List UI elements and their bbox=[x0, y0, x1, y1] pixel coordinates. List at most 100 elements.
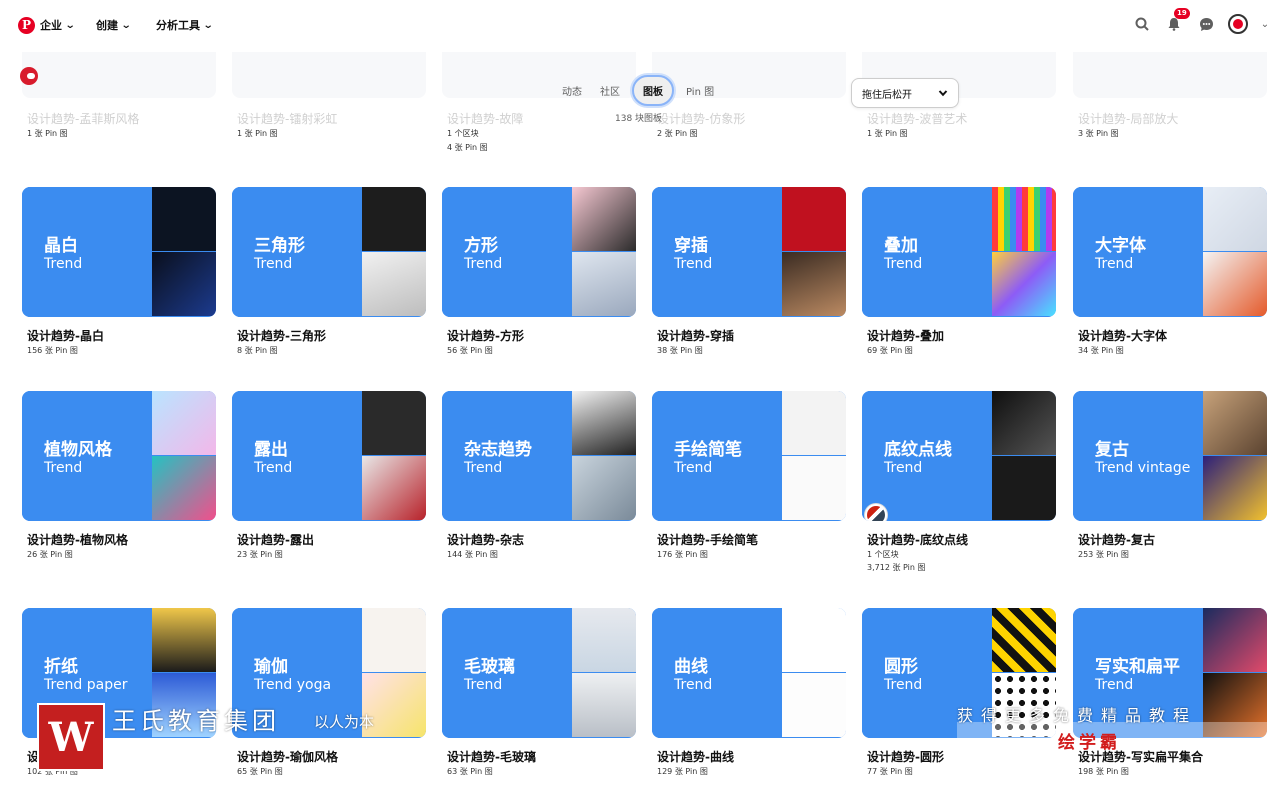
board-name[interactable]: 设计趋势-大字体 bbox=[1073, 327, 1267, 344]
board-cover[interactable]: 曲线 Trend bbox=[652, 608, 846, 738]
board-pin-count: 198 张 Pin 图 bbox=[1078, 767, 1129, 776]
profile-tabs: 动态 社区 图板 Pin 图 bbox=[556, 75, 720, 106]
board-cover[interactable]: 植物风格 Trend bbox=[22, 391, 216, 521]
board-card[interactable]: 大字体 Trend 设计趋势-大字体 34 张 Pin 图 bbox=[1073, 187, 1267, 357]
nav-business-menu[interactable]: 企业 ⌄ bbox=[40, 17, 76, 33]
board-name[interactable]: 设计趋势-波普艺术 bbox=[867, 110, 967, 127]
board-name[interactable]: 设计趋势-杂志 bbox=[442, 531, 636, 548]
board-card[interactable]: 瑜伽 Trend yoga 设计趋势-瑜伽风格 65 张 Pin 图 bbox=[232, 608, 426, 778]
board-name[interactable]: 设计趋势-植物风格 bbox=[22, 531, 216, 548]
board-name[interactable]: 设计趋势-复古 bbox=[1073, 531, 1267, 548]
board-cover-subtitle: Trend bbox=[464, 256, 503, 272]
board-cover-thumbnail bbox=[992, 456, 1056, 520]
board-cover[interactable]: 大字体 Trend bbox=[1073, 187, 1267, 317]
board-card[interactable]: 露出 Trend 设计趋势-露出 23 张 Pin 图 bbox=[232, 391, 426, 561]
board-name[interactable]: 设计趋势-毛玻璃 bbox=[442, 748, 636, 765]
collaborator-avatar[interactable] bbox=[865, 504, 887, 521]
board-card[interactable]: 手绘简笔 Trend 设计趋势-手绘简笔 176 张 Pin 图 bbox=[652, 391, 846, 561]
board-name[interactable]: 设计趋势-晶白 bbox=[22, 327, 216, 344]
tab-pins[interactable]: Pin 图 bbox=[680, 77, 720, 104]
board-cover-main-image: 方形 Trend bbox=[442, 187, 571, 317]
board-cover[interactable]: 三角形 Trend bbox=[232, 187, 426, 317]
board-cover-main-image: 晶白 Trend bbox=[22, 187, 151, 317]
tab-activity[interactable]: 动态 bbox=[556, 77, 588, 104]
board-cover-main-image: 杂志趋势 Trend bbox=[442, 391, 571, 521]
board-name[interactable]: 设计趋势-三角形 bbox=[232, 327, 426, 344]
board-cover-title: 瑜伽 bbox=[254, 657, 288, 677]
board-cover-title: 折纸 bbox=[44, 657, 78, 677]
board-cover-thumbnail bbox=[782, 252, 846, 316]
board-name[interactable]: 设计趋势-穿插 bbox=[652, 327, 846, 344]
nav-analytics-menu[interactable]: 分析工具 ⌄ bbox=[156, 17, 214, 33]
board-pin-count: 23 张 Pin 图 bbox=[237, 550, 283, 559]
board-card[interactable]: 三角形 Trend 设计趋势-三角形 8 张 Pin 图 bbox=[232, 187, 426, 357]
board-cover-main-image: 三角形 Trend bbox=[232, 187, 361, 317]
board-cover-thumbnail bbox=[152, 187, 216, 251]
board-card[interactable]: 叠加 Trend 设计趋势-叠加 69 张 Pin 图 bbox=[862, 187, 1056, 357]
board-card[interactable]: 杂志趋势 Trend 设计趋势-杂志 144 张 Pin 图 bbox=[442, 391, 636, 561]
board-cover[interactable]: 晶白 Trend bbox=[22, 187, 216, 317]
board-pin-count: 65 张 Pin 图 bbox=[237, 767, 283, 776]
board-cover-title: 毛玻璃 bbox=[464, 657, 515, 677]
board-name[interactable]: 设计趋势-仿象形 bbox=[657, 110, 745, 127]
board-cover[interactable] bbox=[232, 52, 426, 98]
board-cover[interactable]: 露出 Trend bbox=[232, 391, 426, 521]
board-card[interactable]: 复古 Trend vintage 设计趋势-复古 253 张 Pin 图 bbox=[1073, 391, 1267, 561]
board-name[interactable]: 设计趋势-手绘简笔 bbox=[652, 531, 846, 548]
board-pin-count: 156 张 Pin 图 bbox=[27, 346, 78, 355]
board-cover[interactable]: 方形 Trend bbox=[442, 187, 636, 317]
sort-dropdown[interactable]: 拖住后松开 bbox=[851, 78, 959, 108]
nav-create-menu[interactable]: 创建 ⌄ bbox=[96, 17, 132, 33]
board-card[interactable]: 毛玻璃 Trend 设计趋势-毛玻璃 63 张 Pin 图 bbox=[442, 608, 636, 778]
board-cover[interactable]: 毛玻璃 Trend bbox=[442, 608, 636, 738]
board-cover[interactable]: 穿插 Trend bbox=[652, 187, 846, 317]
board-pin-count: 129 张 Pin 图 bbox=[657, 767, 708, 776]
tab-boards[interactable]: 图板 bbox=[632, 75, 674, 106]
board-name[interactable]: 设计趋势-孟菲斯风格 bbox=[27, 110, 139, 127]
board-cover-thumbnail bbox=[992, 252, 1056, 316]
pinterest-logo-icon[interactable]: P bbox=[18, 17, 35, 34]
board-cover[interactable]: 手绘简笔 Trend bbox=[652, 391, 846, 521]
board-cover-title: 圆形 bbox=[884, 657, 918, 677]
board-name[interactable]: 设计趋势-曲线 bbox=[652, 748, 846, 765]
board-name[interactable]: 设计趋势-局部放大 bbox=[1078, 110, 1178, 127]
board-pin-count: 77 张 Pin 图 bbox=[867, 767, 913, 776]
board-card[interactable]: 晶白 Trend 设计趋势-晶白 156 张 Pin 图 bbox=[22, 187, 216, 357]
board-name[interactable]: 设计趋势-故障 bbox=[447, 110, 523, 127]
account-chevron-down-icon[interactable]: ⌄ bbox=[1260, 14, 1270, 34]
board-cover[interactable]: 杂志趋势 Trend bbox=[442, 391, 636, 521]
board-cover-main-image: 大字体 Trend bbox=[1073, 187, 1202, 317]
board-cover-thumbnail bbox=[152, 391, 216, 455]
board-name[interactable]: 设计趋势-镭射彩虹 bbox=[237, 110, 337, 127]
board-name[interactable]: 设计趋势-露出 bbox=[232, 531, 426, 548]
board-cover[interactable] bbox=[22, 52, 216, 98]
messages-icon[interactable] bbox=[1196, 14, 1216, 34]
board-name[interactable]: 设计趋势-方形 bbox=[442, 327, 636, 344]
board-cover-thumbnail bbox=[1203, 608, 1267, 672]
board-name[interactable]: 设计趋势-瑜伽风格 bbox=[232, 748, 426, 765]
board-cover[interactable]: 底纹点线 Trend bbox=[862, 391, 1056, 521]
board-card[interactable]: 圆形 Trend 设计趋势-圆形 77 张 Pin 图 bbox=[862, 608, 1056, 778]
board-card[interactable]: 方形 Trend 设计趋势-方形 56 张 Pin 图 bbox=[442, 187, 636, 357]
board-cover[interactable] bbox=[1073, 52, 1267, 98]
profile-mini-avatar[interactable] bbox=[18, 65, 40, 89]
board-cover-thumbnail bbox=[572, 456, 636, 520]
board-card[interactable]: 曲线 Trend 设计趋势-曲线 129 张 Pin 图 bbox=[652, 608, 846, 778]
board-cover-thumbnail bbox=[992, 608, 1056, 672]
board-card[interactable]: 植物风格 Trend 设计趋势-植物风格 26 张 Pin 图 bbox=[22, 391, 216, 561]
board-card[interactable]: 穿插 Trend 设计趋势-穿插 38 张 Pin 图 bbox=[652, 187, 846, 357]
board-cover[interactable]: 复古 Trend vintage bbox=[1073, 391, 1267, 521]
top-nav: P 企业 ⌄ 创建 ⌄ 分析工具 ⌄ 19 ⌄ bbox=[0, 0, 1280, 52]
board-name[interactable]: 设计趋势-叠加 bbox=[862, 327, 1056, 344]
search-icon[interactable] bbox=[1132, 14, 1152, 34]
board-card[interactable]: 底纹点线 Trend 设计趋势-底纹点线 1 个区块 3,712 张 Pin 图 bbox=[862, 391, 1056, 574]
board-cover-subtitle: Trend paper bbox=[44, 677, 128, 693]
tab-community[interactable]: 社区 bbox=[594, 77, 626, 104]
board-cover-thumbnail bbox=[572, 673, 636, 737]
profile-avatar[interactable] bbox=[1228, 14, 1248, 34]
board-cover[interactable]: 叠加 Trend bbox=[862, 187, 1056, 317]
board-name[interactable]: 设计趋势-底纹点线 bbox=[862, 531, 1056, 548]
board-pin-count: 2 张 Pin 图 bbox=[657, 129, 698, 138]
notifications-button[interactable]: 19 bbox=[1164, 8, 1190, 34]
board-name[interactable]: 设计趋势-圆形 bbox=[862, 748, 1056, 765]
